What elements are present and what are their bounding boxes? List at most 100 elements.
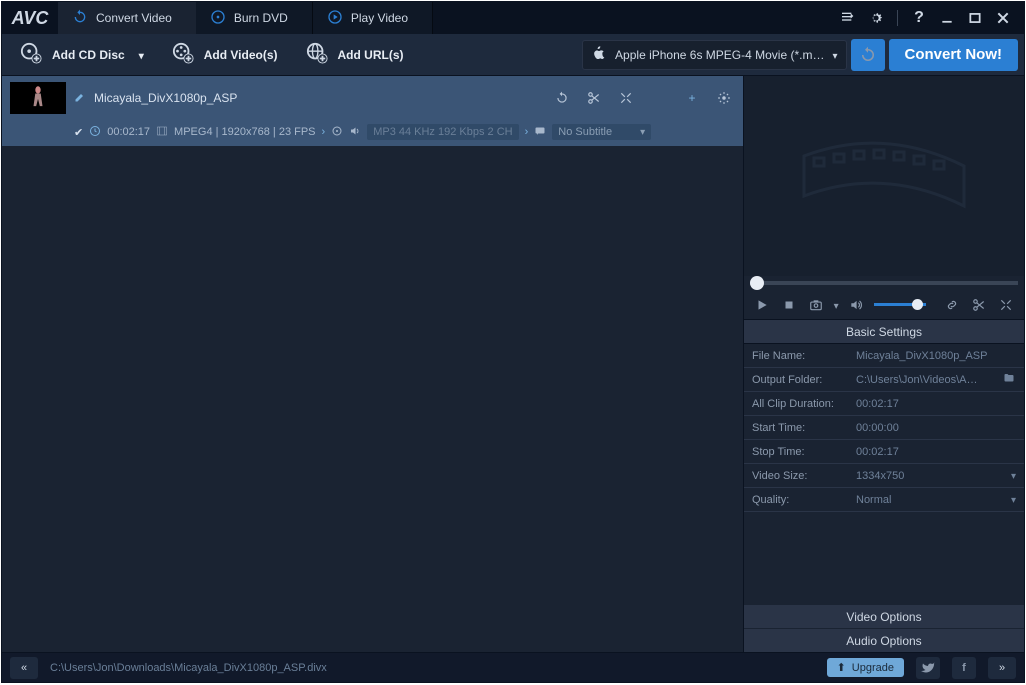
prop-value: 00:02:17 [856,398,1024,410]
tools-icon[interactable] [997,294,1016,316]
disc-icon [331,125,343,140]
refresh-icon[interactable] [551,87,573,109]
tab-label: Convert Video [96,11,172,25]
apple-icon [591,45,607,64]
facebook-button[interactable]: f [952,657,976,679]
clock-icon [89,125,101,140]
speaker-icon [349,125,361,140]
prop-value[interactable]: C:\Users\Jon\Videos\A… [856,372,1024,387]
file-video-info: MPEG4 | 1920x768 | 23 FPS [174,126,315,138]
check-icon[interactable]: ✔ [74,126,83,139]
chevron-right-icon[interactable]: › [525,126,529,138]
options-icon[interactable] [837,7,859,29]
prop-video-size: Video Size: 1334x750 [744,464,1024,488]
refresh-icon [72,9,88,28]
prop-value[interactable]: 00:00:00 [856,422,1024,434]
link-icon[interactable] [942,294,961,316]
camera-icon[interactable] [806,294,825,316]
prop-start-time: Start Time: 00:00:00 [744,416,1024,440]
tab-burn-dvd[interactable]: Burn DVD [196,2,313,34]
preview-area [744,76,1024,276]
button-label: Add CD Disc [52,48,125,62]
collapse-left-button[interactable]: « [10,657,38,679]
film-add-icon [172,42,194,67]
chevron-down-icon [1011,494,1016,506]
volume-slider[interactable] [874,303,926,306]
status-path: C:\Users\Jon\Downloads\Micayala_DivX1080… [50,662,327,674]
button-label: Convert Now! [905,46,1003,63]
subtitle-icon [534,125,546,140]
subtitle-select[interactable]: No Subtitle [552,124,651,140]
title-bar: AVC Convert Video Burn DVD Play Video [2,2,1024,34]
prop-label: Output Folder: [744,374,856,386]
prop-label: Stop Time: [744,446,856,458]
file-audio-info[interactable]: MP3 44 KHz 192 Kbps 2 CH [367,124,518,140]
scissors-icon[interactable] [970,294,989,316]
audio-options-button[interactable]: Audio Options [744,628,1024,652]
button-label: Add URL(s) [338,48,404,62]
toolbar: Add CD Disc Add Video(s) Add URL(s) Appl… [2,34,1024,76]
globe-add-icon [306,42,328,67]
close-icon[interactable] [992,7,1014,29]
subtitle-value: No Subtitle [558,126,612,138]
tab-label: Burn DVD [234,11,288,25]
prop-label: All Clip Duration: [744,398,856,410]
volume-icon[interactable] [847,294,866,316]
prop-output-folder: Output Folder: C:\Users\Jon\Videos\A… [744,368,1024,392]
file-row[interactable]: Micayala_DivX1080p_ASP + ✔ 00:02:17 [2,76,743,146]
profile-label: Apple iPhone 6s MPEG-4 Movie (*.m… [615,48,824,62]
prop-label: File Name: [744,350,856,362]
upgrade-button[interactable]: ⬆ Upgrade [827,658,904,677]
convert-now-button[interactable]: Convert Now! [889,39,1019,71]
refresh-button[interactable] [851,39,885,71]
twitter-button[interactable] [916,657,940,679]
file-duration: 00:02:17 [107,126,150,138]
prop-quality: Quality: Normal [744,488,1024,512]
chevron-down-icon[interactable] [834,298,839,312]
tab-play-video[interactable]: Play Video [313,2,433,34]
film-icon [156,125,168,140]
video-size-select[interactable]: 1334x750 [856,470,1024,482]
help-icon[interactable]: ? [908,7,930,29]
thumbnail [10,82,66,114]
expand-right-button[interactable]: » [988,657,1016,679]
file-list-empty [2,146,743,652]
add-cd-disc-button[interactable]: Add CD Disc [8,40,156,70]
add-urls-button[interactable]: Add URL(s) [294,40,416,70]
filmstrip-icon [784,116,984,236]
quality-select[interactable]: Normal [856,494,1024,506]
prop-duration: All Clip Duration: 00:02:17 [744,392,1024,416]
gear-icon[interactable] [865,7,887,29]
prop-label: Quality: [744,494,856,506]
plus-icon[interactable]: + [681,87,703,109]
stop-icon[interactable] [779,294,798,316]
maximize-icon[interactable] [964,7,986,29]
gear-icon[interactable] [713,87,735,109]
folder-icon[interactable] [1002,372,1016,387]
scissors-icon[interactable] [583,87,605,109]
file-list-panel: Micayala_DivX1080p_ASP + ✔ 00:02:17 [2,76,744,652]
chevron-down-icon [640,126,645,138]
add-videos-button[interactable]: Add Video(s) [160,40,290,70]
tab-convert-video[interactable]: Convert Video [58,2,196,34]
play-icon [327,9,343,28]
output-profile-select[interactable]: Apple iPhone 6s MPEG-4 Movie (*.m… [582,40,846,70]
basic-settings-header: Basic Settings [744,320,1024,344]
chevron-right-icon[interactable]: › [322,126,326,138]
button-label: Add Video(s) [204,48,278,62]
tools-icon[interactable] [615,87,637,109]
app-logo: AVC [2,2,58,34]
play-icon[interactable] [752,294,771,316]
preview-panel: Basic Settings File Name: Micayala_DivX1… [744,76,1024,652]
prop-filename: File Name: Micayala_DivX1080p_ASP [744,344,1024,368]
file-name: Micayala_DivX1080p_ASP [94,91,543,105]
pencil-icon[interactable] [74,91,86,106]
prop-value[interactable]: 00:02:17 [856,446,1024,458]
seek-bar[interactable] [744,276,1024,290]
prop-value[interactable]: Micayala_DivX1080p_ASP [856,350,1024,362]
minimize-icon[interactable] [936,7,958,29]
video-options-button[interactable]: Video Options [744,604,1024,628]
disc-icon [210,9,226,28]
chevron-down-icon [832,48,837,62]
up-arrow-icon: ⬆ [837,661,846,674]
